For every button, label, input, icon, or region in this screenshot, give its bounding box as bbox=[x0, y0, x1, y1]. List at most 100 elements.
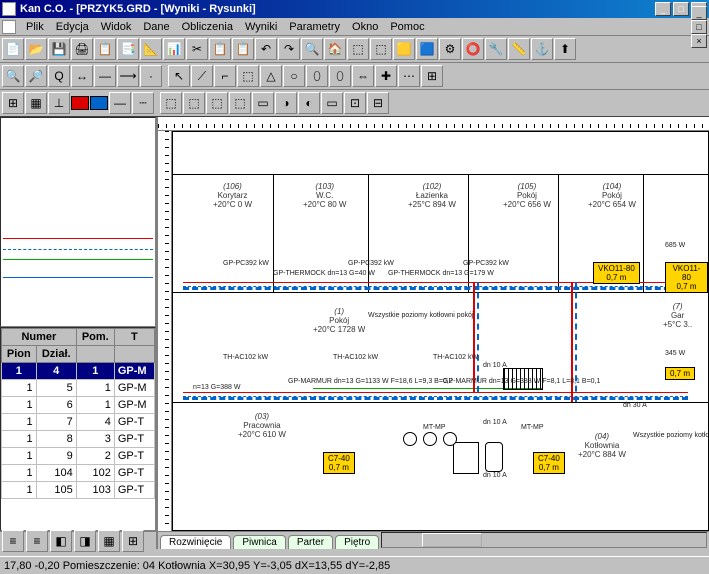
table-row[interactable]: 1105103GP-T bbox=[2, 482, 155, 499]
toolbar-tab-btn-9[interactable]: ⊟ bbox=[367, 92, 389, 114]
toolbar-main-btn-2[interactable]: 💾 bbox=[48, 38, 70, 60]
toolbar-main-btn-9[interactable]: 📋 bbox=[209, 38, 231, 60]
toolbar-main-btn-19[interactable]: ⚙ bbox=[439, 38, 461, 60]
menu-dane[interactable]: Dane bbox=[137, 20, 175, 34]
toolbar-draw-btn-10[interactable]: ⋯ bbox=[398, 65, 420, 87]
table-row[interactable]: 192GP-T bbox=[2, 448, 155, 465]
left-bottom-btn-1[interactable]: ≡ bbox=[26, 530, 48, 552]
toolbar-main-btn-12[interactable]: ↷ bbox=[278, 38, 300, 60]
toolbar-zoom-btn-1[interactable]: 🔎 bbox=[25, 65, 47, 87]
toolbar-draw-btn-6[interactable]: ⬯ bbox=[306, 65, 328, 87]
col-dzial[interactable]: Dział. bbox=[36, 346, 76, 363]
toolbar-main-btn-20[interactable]: ⭕ bbox=[462, 38, 484, 60]
toolbar-main-btn-14[interactable]: 🏠 bbox=[324, 38, 346, 60]
tab-pietro[interactable]: Piętro bbox=[335, 535, 379, 549]
toolbar-tab-btn-0[interactable]: ⬚ bbox=[160, 92, 182, 114]
table-row[interactable]: 1104102GP-T bbox=[2, 465, 155, 482]
ortho-button[interactable]: ⊥ bbox=[48, 92, 70, 114]
menu-okno[interactable]: Okno bbox=[346, 20, 384, 34]
toolbar-main-btn-24[interactable]: ⬆ bbox=[554, 38, 576, 60]
h-scrollbar[interactable] bbox=[381, 532, 707, 548]
toolbar-main-btn-8[interactable]: ✂ bbox=[186, 38, 208, 60]
table-row[interactable]: 161GP-M bbox=[2, 397, 155, 414]
toolbar-main-btn-5[interactable]: 📑 bbox=[117, 38, 139, 60]
left-bottom-btn-3[interactable]: ◨ bbox=[74, 530, 96, 552]
toolbar-main-btn-6[interactable]: 📐 bbox=[140, 38, 162, 60]
toolbar-main-btn-18[interactable]: 🟦 bbox=[416, 38, 438, 60]
toolbar-main-btn-4[interactable]: 📋 bbox=[94, 38, 116, 60]
toolbar-zoom-btn-0[interactable]: 🔍 bbox=[2, 65, 24, 87]
toolbar-zoom-btn-2[interactable]: Q bbox=[48, 65, 70, 87]
toolbar-draw-btn-11[interactable]: ⊞ bbox=[421, 65, 443, 87]
left-bottom-btn-4[interactable]: ▦ bbox=[98, 530, 120, 552]
line-b-button[interactable]: ┄ bbox=[132, 92, 154, 114]
toolbar-main-btn-21[interactable]: 🔧 bbox=[485, 38, 507, 60]
minimize-button[interactable]: _ bbox=[655, 2, 671, 16]
toolbar-main-btn-3[interactable]: 🖨 bbox=[71, 38, 93, 60]
menu-obliczenia[interactable]: Obliczenia bbox=[176, 20, 239, 34]
tab-rozwiniecie[interactable]: Rozwinięcie bbox=[160, 535, 231, 549]
toolbar-zoom-btn-4[interactable]: — bbox=[94, 65, 116, 87]
toolbar-main-btn-7[interactable]: 📊 bbox=[163, 38, 185, 60]
toolbar-draw-btn-0[interactable]: ↖ bbox=[168, 65, 190, 87]
color-blue[interactable] bbox=[90, 96, 108, 110]
mdi-minimize-button[interactable]: _ bbox=[691, 6, 707, 20]
menu-edycja[interactable]: Edycja bbox=[50, 20, 95, 34]
table-row[interactable]: 174GP-T bbox=[2, 414, 155, 431]
toolbar-main-btn-1[interactable]: 📂 bbox=[25, 38, 47, 60]
col-pom[interactable]: Pom. bbox=[76, 329, 114, 346]
toolbar-zoom-btn-5[interactable]: ⟶ bbox=[117, 65, 139, 87]
menu-widok[interactable]: Widok bbox=[95, 20, 138, 34]
toolbar-draw-btn-9[interactable]: ✚ bbox=[375, 65, 397, 87]
toolbar-draw-btn-3[interactable]: ⬚ bbox=[237, 65, 259, 87]
toolbar-draw-btn-7[interactable]: ⬯ bbox=[329, 65, 351, 87]
toolbar-tab-btn-7[interactable]: ▭ bbox=[321, 92, 343, 114]
toolbar-zoom-btn-6[interactable]: · bbox=[140, 65, 162, 87]
maximize-button[interactable]: □ bbox=[673, 2, 689, 16]
v-ruler[interactable] bbox=[158, 131, 172, 531]
toolbar-tab-btn-6[interactable]: ◐ bbox=[298, 92, 320, 114]
toolbar-main-btn-16[interactable]: ⬚ bbox=[370, 38, 392, 60]
col-t[interactable]: T bbox=[114, 329, 154, 346]
toolbar-draw-btn-8[interactable]: ⇔ bbox=[352, 65, 374, 87]
table-row[interactable]: 151GP-M bbox=[2, 380, 155, 397]
snap-button[interactable]: ⊞ bbox=[2, 92, 24, 114]
menu-parametry[interactable]: Parametry bbox=[283, 20, 346, 34]
toolbar-main-btn-23[interactable]: ⚓ bbox=[531, 38, 553, 60]
results-table[interactable]: Numer Pom. T Pion Dział. 141GP-M151GP-M1… bbox=[0, 327, 156, 531]
left-bottom-btn-0[interactable]: ≡ bbox=[2, 530, 24, 552]
menu-pomoc[interactable]: Pomoc bbox=[384, 20, 430, 34]
h-ruler[interactable] bbox=[158, 117, 709, 131]
toolbar-main-btn-10[interactable]: 📋 bbox=[232, 38, 254, 60]
tab-piwnica[interactable]: Piwnica bbox=[233, 535, 285, 549]
toolbar-main-btn-22[interactable]: 📏 bbox=[508, 38, 530, 60]
mdi-close-button[interactable]: × bbox=[691, 34, 707, 48]
left-bottom-btn-5[interactable]: ⊞ bbox=[122, 530, 144, 552]
mdi-maximize-button[interactable]: □ bbox=[691, 20, 707, 34]
grid-button[interactable]: ▦ bbox=[25, 92, 47, 114]
toolbar-tab-btn-8[interactable]: ⊡ bbox=[344, 92, 366, 114]
menu-wyniki[interactable]: Wyniki bbox=[239, 20, 283, 34]
toolbar-tab-btn-1[interactable]: ⬚ bbox=[183, 92, 205, 114]
toolbar-tab-btn-5[interactable]: ◑ bbox=[275, 92, 297, 114]
toolbar-zoom-btn-3[interactable]: ↔ bbox=[71, 65, 93, 87]
toolbar-draw-btn-5[interactable]: ○ bbox=[283, 65, 305, 87]
toolbar-main-btn-11[interactable]: ↶ bbox=[255, 38, 277, 60]
toolbar-draw-btn-1[interactable]: ⟋ bbox=[191, 65, 213, 87]
color-red[interactable] bbox=[71, 96, 89, 110]
toolbar-draw-btn-4[interactable]: △ bbox=[260, 65, 282, 87]
toolbar-main-btn-17[interactable]: 🟨 bbox=[393, 38, 415, 60]
mdi-icon[interactable] bbox=[2, 20, 16, 34]
col-pion[interactable]: Pion bbox=[2, 346, 37, 363]
toolbar-main-btn-13[interactable]: 🔍 bbox=[301, 38, 323, 60]
table-row[interactable]: 183GP-T bbox=[2, 431, 155, 448]
col-numer[interactable]: Numer bbox=[2, 329, 77, 346]
toolbar-tab-btn-3[interactable]: ⬚ bbox=[229, 92, 251, 114]
overview-panel[interactable] bbox=[0, 117, 156, 327]
toolbar-main-btn-15[interactable]: ⬚ bbox=[347, 38, 369, 60]
toolbar-tab-btn-4[interactable]: ▭ bbox=[252, 92, 274, 114]
menu-plik[interactable]: Plik bbox=[20, 20, 50, 34]
left-bottom-btn-2[interactable]: ◧ bbox=[50, 530, 72, 552]
line-a-button[interactable]: — bbox=[109, 92, 131, 114]
tab-parter[interactable]: Parter bbox=[288, 535, 333, 549]
